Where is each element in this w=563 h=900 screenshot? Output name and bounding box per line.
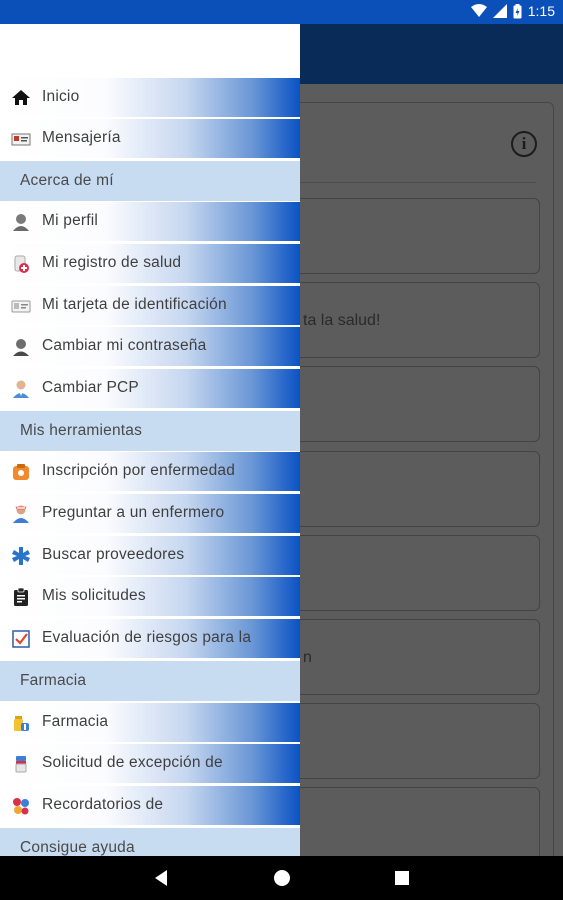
- drawer-item-label: Buscar proveedores: [42, 546, 185, 563]
- drawer-item-label: Recordatorios de: [42, 796, 164, 813]
- section-label: Acerca de mí: [20, 172, 114, 189]
- wifi-icon: [470, 4, 487, 17]
- home-button-icon[interactable]: [272, 868, 292, 888]
- drawer-item-inscripcion-por-enfermedad[interactable]: Inscripción por enfermedad: [0, 452, 300, 492]
- status-icons: 1:15: [470, 3, 555, 19]
- home-icon: [12, 90, 30, 105]
- drawer-item-label: Farmacia: [42, 713, 109, 730]
- drawer-section-farmacia: Farmacia: [0, 661, 300, 701]
- drawer-item-preguntar-a-un-enfermero[interactable]: Preguntar a un enfermero: [0, 494, 300, 534]
- enrollment-icon: [13, 464, 29, 480]
- drawer-item-inicio[interactable]: Inicio: [0, 78, 300, 118]
- messages-icon: [11, 133, 31, 146]
- drawer-item-label: Mi registro de salud: [42, 254, 182, 271]
- navigation-drawer: Inicio Mensajería Acerca de mí Mi perfil…: [0, 24, 300, 856]
- drawer-item-solicitud-de-excepcion[interactable]: Solicitud de excepción de: [0, 744, 300, 784]
- drawer-item-buscar-proveedores[interactable]: Buscar proveedores: [0, 536, 300, 576]
- drawer-item-label: Mi tarjeta de identificación: [42, 296, 227, 313]
- providers-icon: [12, 547, 30, 565]
- drawer-item-label: Evaluación de riesgos para la: [42, 629, 252, 646]
- nurse-icon: [13, 505, 29, 523]
- drawer-item-label: Mensajería: [42, 129, 121, 146]
- profile-icon: [13, 214, 29, 231]
- checklist-icon: [12, 630, 30, 648]
- section-label: Consigue ayuda: [20, 839, 135, 856]
- drawer-item-label: Inicio: [42, 88, 80, 105]
- drawer-item-mi-perfil[interactable]: Mi perfil: [0, 202, 300, 242]
- drawer-item-mis-solicitudes[interactable]: Mis solicitudes: [0, 577, 300, 617]
- pharmacy-icon: [14, 716, 29, 731]
- back-icon[interactable]: [152, 868, 172, 888]
- drawer-section-consigue-ayuda: Consigue ayuda: [0, 828, 300, 856]
- password-user-icon: [13, 339, 29, 356]
- info-icon[interactable]: i: [511, 131, 537, 157]
- drawer-item-mensajeria[interactable]: Mensajería: [0, 119, 300, 159]
- drawer-item-mi-tarjeta-de-identificacion[interactable]: Mi tarjeta de identificación: [0, 286, 300, 326]
- id-card-icon: [11, 300, 31, 313]
- drawer-item-label: Mi perfil: [42, 212, 99, 229]
- drawer-item-label: Preguntar a un enfermero: [42, 504, 225, 521]
- drawer-item-cambiar-mi-contrasena[interactable]: Cambiar mi contraseña: [0, 327, 300, 367]
- health-record-icon: [14, 255, 29, 273]
- pills-icon: [13, 798, 29, 815]
- drawer-section-acerca-de-mi: Acerca de mí: [0, 161, 300, 201]
- drawer-item-farmacia[interactable]: Farmacia: [0, 703, 300, 743]
- recents-icon[interactable]: [392, 868, 412, 888]
- card-text: n: [303, 649, 312, 666]
- section-label: Mis herramientas: [20, 422, 143, 439]
- doctor-icon: [13, 380, 29, 398]
- drawer-item-evaluacion-de-riesgos[interactable]: Evaluación de riesgos para la: [0, 619, 300, 659]
- drawer-section-mis-herramientas: Mis herramientas: [0, 411, 300, 451]
- drawer-item-label: Mis solicitudes: [42, 587, 146, 604]
- signal-icon: [492, 4, 507, 18]
- drawer-item-label: Solicitud de excepción de: [42, 754, 223, 771]
- section-label: Farmacia: [20, 672, 87, 689]
- drawer-item-mi-registro-de-salud[interactable]: Mi registro de salud: [0, 244, 300, 284]
- drawer-item-label: Inscripción por enfermedad: [42, 462, 236, 479]
- drawer-item-cambiar-pcp[interactable]: Cambiar PCP: [0, 369, 300, 409]
- system-navigation-bar: [0, 856, 563, 900]
- card-text: ta la salud!: [303, 312, 381, 329]
- exception-icon: [15, 756, 27, 773]
- drawer-item-label: Cambiar mi contraseña: [42, 337, 207, 354]
- drawer-item-label: Cambiar PCP: [42, 379, 139, 396]
- status-bar: 1:15: [0, 0, 563, 24]
- status-time: 1:15: [527, 3, 555, 19]
- battery-icon: [513, 3, 522, 18]
- clipboard-icon: [14, 587, 28, 606]
- drawer-item-recordatorios[interactable]: Recordatorios de: [0, 786, 300, 826]
